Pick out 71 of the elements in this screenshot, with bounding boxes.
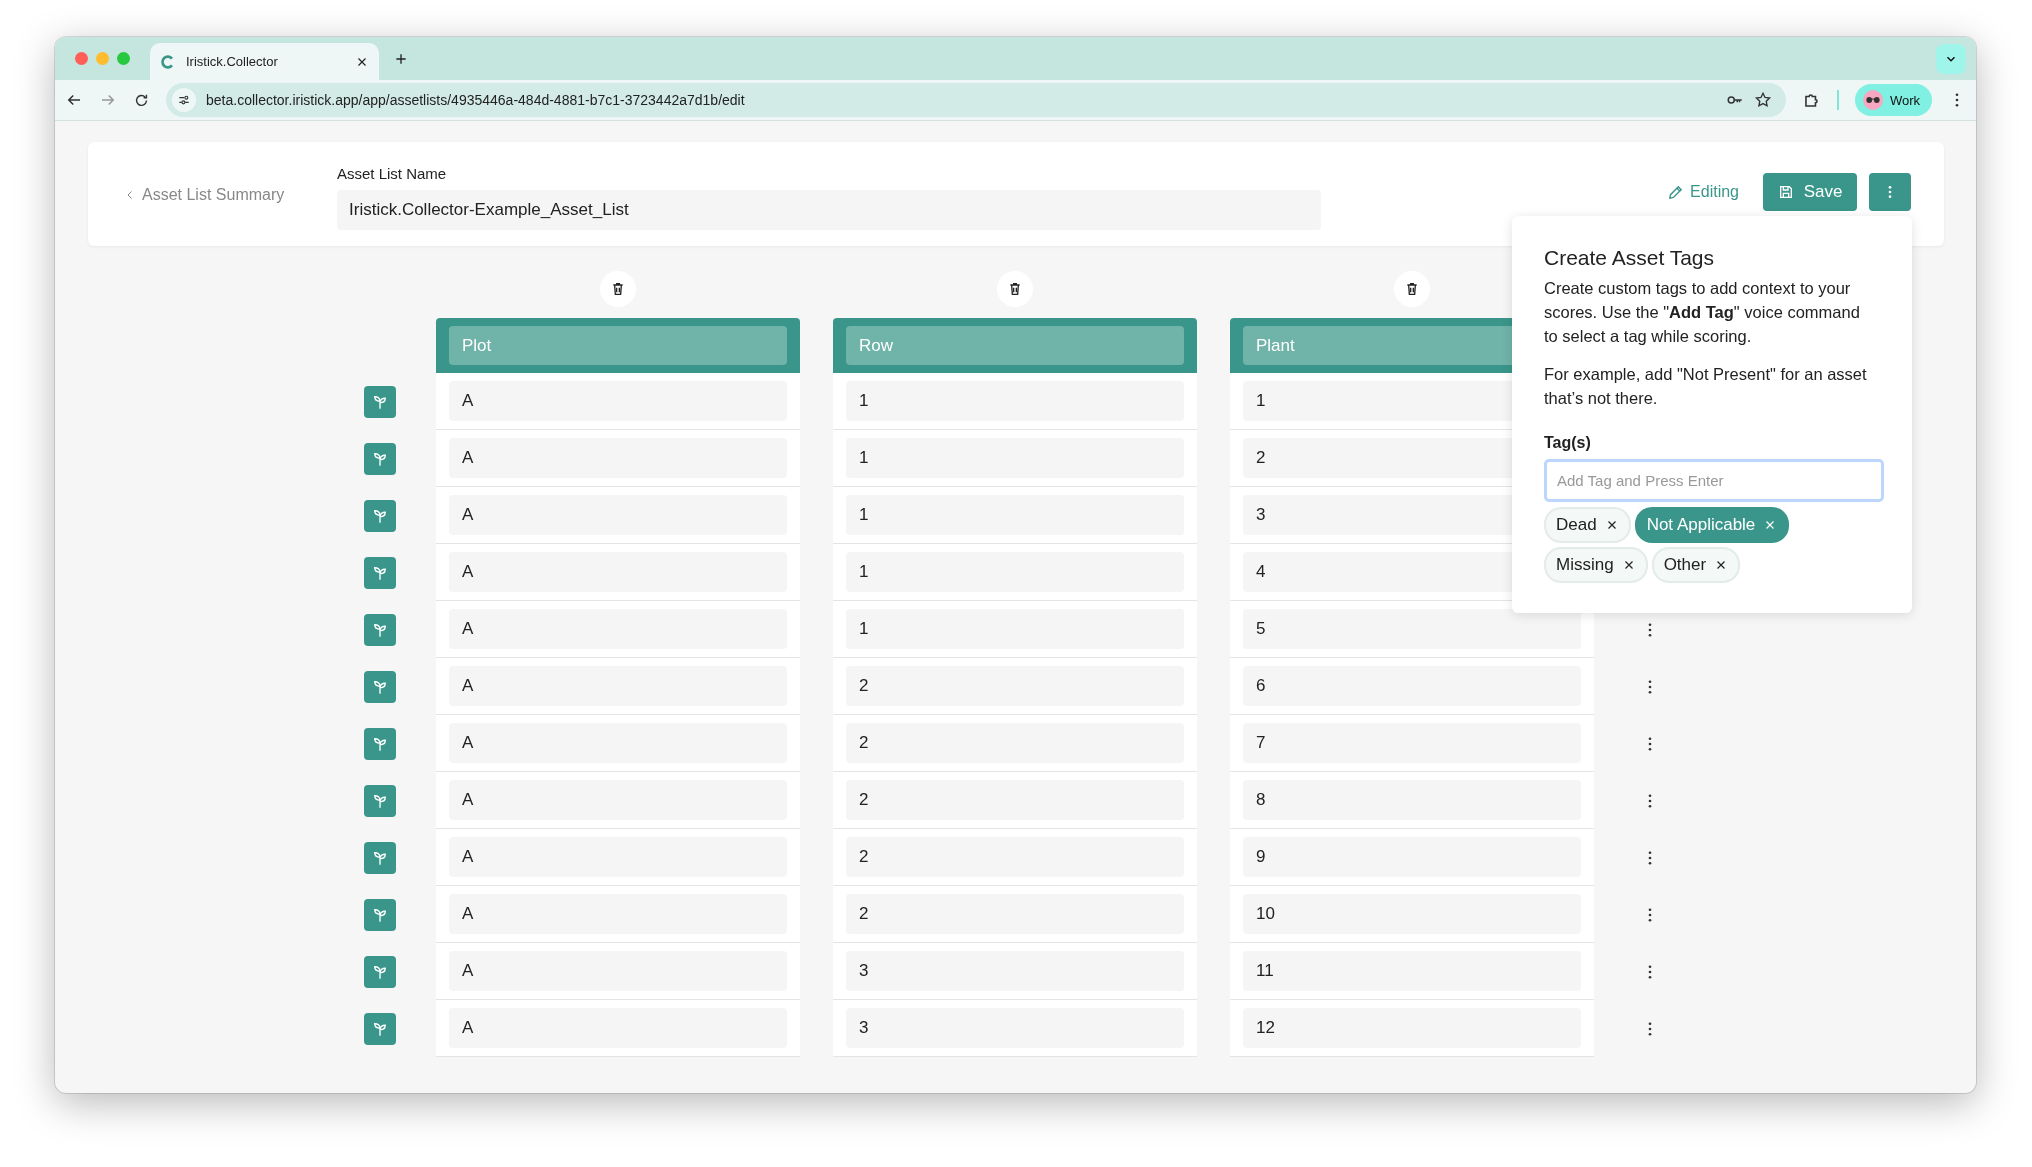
cell-field[interactable]: A [449,609,787,649]
tag-input-field[interactable]: Add Tag and Press Enter [1544,459,1884,502]
save-icon [1777,184,1794,200]
plant-button[interactable] [364,556,396,589]
cell-field[interactable]: 1 [846,381,1184,421]
cell-field[interactable]: 10 [1243,894,1581,934]
site-settings-icon[interactable] [177,93,191,107]
cell-field[interactable]: 12 [1243,1008,1581,1048]
name-field[interactable]: Iristick.Collector-Example_Asset_List [337,189,1321,230]
plant-button[interactable] [364,499,396,532]
pencil-icon [1667,183,1685,201]
cell-field[interactable]: A [449,951,787,991]
cell-field[interactable]: 11 [1243,951,1581,991]
cell-field[interactable]: 7 [1243,723,1581,763]
tag-chip[interactable]: Dead [1544,507,1631,543]
cell-field[interactable]: 2 [846,723,1184,763]
popover-title: Create Asset Tags [1544,246,1716,270]
delete-column-button[interactable] [600,271,636,307]
cell-field[interactable]: 3 [846,1008,1184,1048]
plant-button[interactable] [364,1012,396,1045]
plant-button[interactable] [364,955,396,988]
cell-field[interactable]: A [449,381,787,421]
cell-field[interactable]: 2 [846,894,1184,934]
cell-field[interactable]: 1 [846,438,1184,478]
trash-icon [1404,281,1420,297]
cell-field[interactable]: 2 [846,837,1184,877]
cell-field[interactable]: 5 [1243,609,1581,649]
delete-column-button[interactable] [1394,271,1430,307]
cell-field[interactable]: 9 [1243,837,1581,877]
delete-column-button[interactable] [997,271,1033,307]
cell-field[interactable]: A [449,495,787,535]
trash-icon [1007,281,1023,297]
cell-field[interactable]: A [449,666,787,706]
plant-button[interactable] [364,385,396,418]
field-label: Asset List Name [337,164,448,182]
plant-button[interactable] [364,898,396,931]
plant-button[interactable] [364,442,396,475]
plant-button[interactable] [364,670,396,703]
cell-field[interactable]: A [449,780,787,820]
cell-field[interactable]: 6 [1243,666,1581,706]
cell-field[interactable]: A [449,894,787,934]
tag-chip[interactable]: Not Applicable [1634,507,1790,543]
cell-field[interactable]: 8 [1243,780,1581,820]
plant-button[interactable] [364,841,396,874]
plant-button[interactable] [364,613,396,646]
plant-button[interactable] [364,784,396,817]
cell-field[interactable]: A [449,723,787,763]
browser-tab[interactable]: Iristick.Collector [150,43,379,80]
trash-icon [610,281,626,297]
cell-field[interactable]: 1 [846,495,1184,535]
cell-field[interactable]: 3 [846,951,1184,991]
bookmark-star-icon[interactable] [1753,91,1772,109]
url-text: beta.collector.iristick.app/app/assetlists/4935446a-484d-4881-b7c1-3723442a7d1b/edit [206,92,746,108]
cell-field[interactable]: A [449,1008,787,1048]
cell-field[interactable]: A [449,837,787,877]
cell-field[interactable]: 2 [846,666,1184,706]
save-button[interactable]: Save [1763,173,1857,211]
plant-button[interactable] [364,727,396,760]
cell-field[interactable]: 2 [846,780,1184,820]
avatar-icon [1862,90,1883,110]
back-link[interactable]: Asset List Summary [124,186,337,204]
cell-field[interactable]: A [449,552,787,592]
profile-button[interactable]: Work [1854,84,1932,116]
tag-chip[interactable]: Missing [1544,547,1648,583]
cell-field[interactable]: 1 [846,552,1184,592]
cell-field[interactable]: 1 [846,609,1184,649]
address-bar[interactable]: beta.collector.iristick.app/app/assetlists/4935446a-484d-4881-b7c1-3723442a7d1b/edit [166,83,1786,117]
editing-status: Editing [1690,183,1739,201]
cell-field[interactable]: A [449,438,787,478]
tag-chip[interactable]: Other [1651,547,1741,583]
app-favicon-icon [160,53,176,70]
